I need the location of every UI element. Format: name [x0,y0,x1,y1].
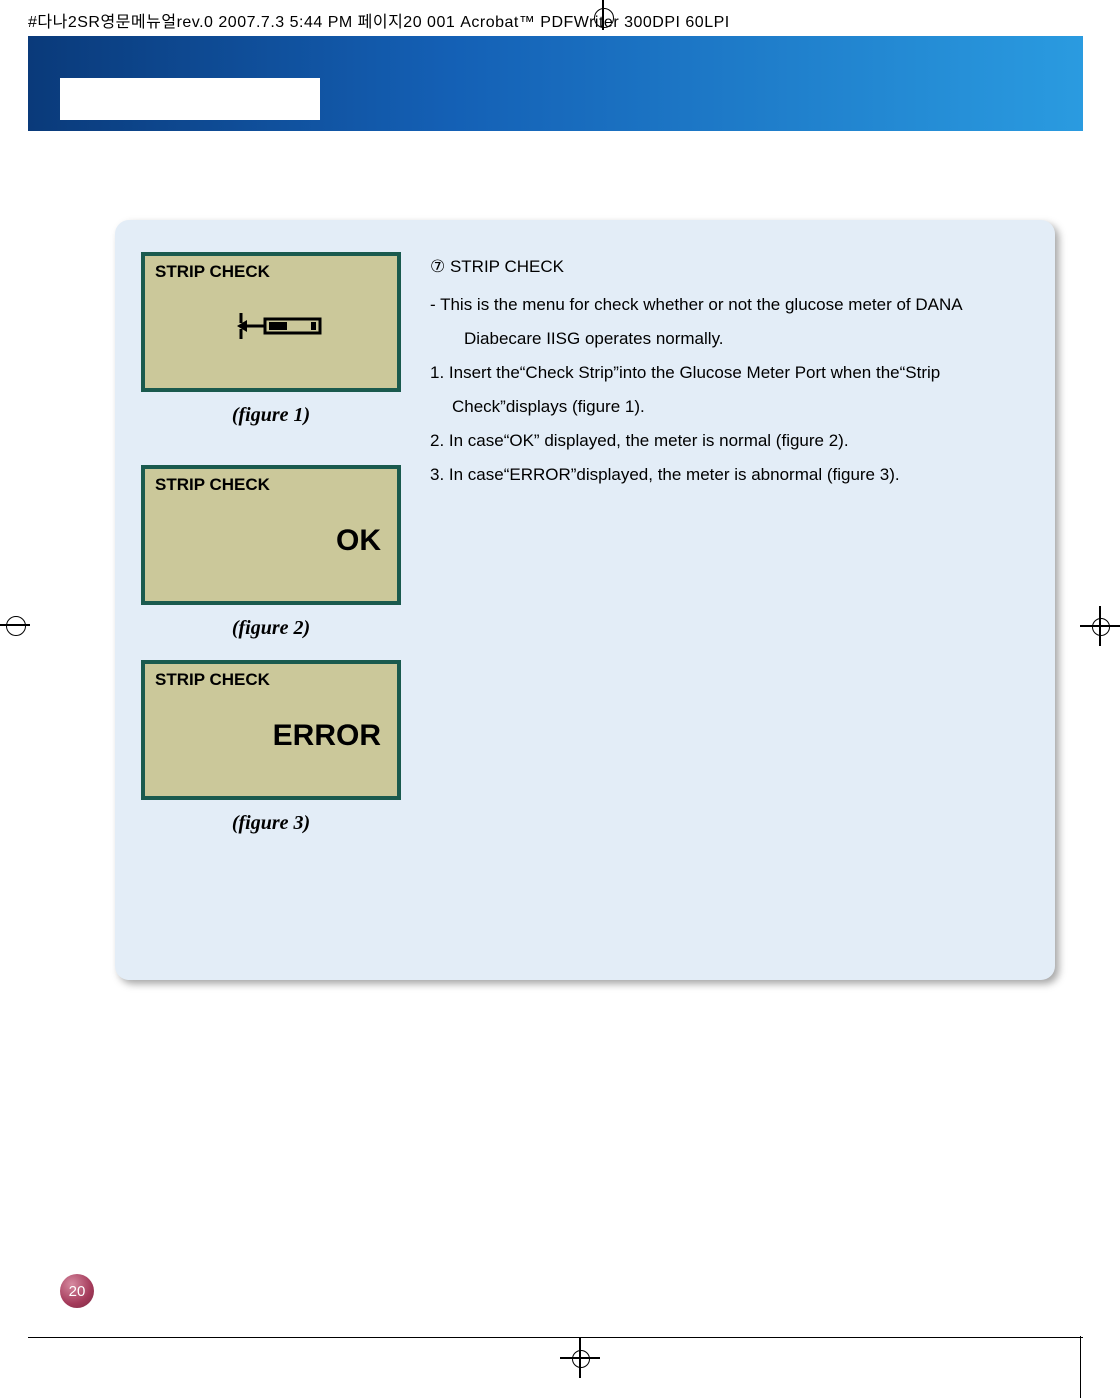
figure-1-caption: (figure 1) [141,404,401,427]
figure-1: STRIP CHECK (figure 1) [141,252,401,427]
instruction-line: 3. In case“ERROR”displayed, the meter is… [430,458,1030,492]
instruction-line: 1. Insert the“Check Strip”into the Gluco… [430,356,1030,390]
instructions-text: ⑦ STRIP CHECK - This is the menu for che… [430,250,1030,492]
instruction-line: 2. In case“OK” displayed, the meter is n… [430,424,1030,458]
crop-mark-bottom-icon [560,1338,600,1378]
crop-mark-right-icon [1080,606,1120,646]
section-heading: ⑦ STRIP CHECK [430,250,1030,284]
lcd-label: STRIP CHECK [155,262,270,282]
pdf-header: #다나2SR영문메뉴얼rev.0 2007.7.3 5:44 PM 페이지20 … [28,8,730,32]
lcd-value-error: ERROR [273,719,381,753]
strip-icon [235,311,325,341]
lcd-value-ok: OK [336,524,381,558]
lcd-label: STRIP CHECK [155,475,270,495]
crop-mark-top-icon [588,0,618,30]
figure-2-caption: (figure 2) [141,617,401,640]
lcd-screen-1: STRIP CHECK [141,252,401,392]
figure-3: STRIP CHECK ERROR (figure 3) [141,660,401,835]
instruction-line: - This is the menu for check whether or … [430,288,1030,322]
lcd-screen-2: STRIP CHECK OK [141,465,401,605]
crop-mark-left-icon [0,610,30,640]
instruction-line: Diabecare IISG operates normally. [430,322,1030,356]
instruction-line: Check”displays (figure 1). [430,390,1030,424]
lcd-screen-3: STRIP CHECK ERROR [141,660,401,800]
content-panel: STRIP CHECK (figure 1) STRIP CHECK OK (f… [115,220,1055,980]
lcd-label: STRIP CHECK [155,670,270,690]
figure-3-caption: (figure 3) [141,812,401,835]
header-placeholder [60,78,320,120]
trim-line-bottom [28,1337,1083,1338]
trim-line-right [1080,1336,1081,1398]
page-number: 20 [60,1274,94,1308]
figure-2: STRIP CHECK OK (figure 2) [141,465,401,640]
